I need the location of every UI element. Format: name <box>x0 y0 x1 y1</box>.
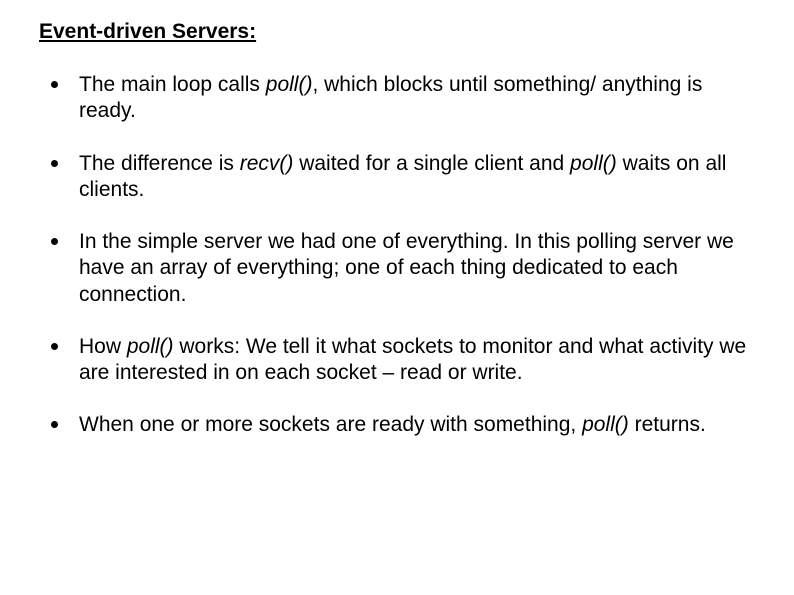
text-segment: The main loop calls <box>79 73 266 96</box>
slide-heading: Event-driven Servers: <box>39 20 759 44</box>
text-segment: works: We tell it what sockets to monito… <box>79 335 746 384</box>
bullet-item: The difference is recv() waited for a si… <box>47 151 759 204</box>
text-segment: returns. <box>629 413 706 436</box>
text-segment: When one or more sockets are ready with … <box>79 413 582 436</box>
bullet-item: The main loop calls poll(), which blocks… <box>47 72 759 125</box>
text-segment: poll() <box>127 335 174 358</box>
bullet-item: How poll() works: We tell it what socket… <box>47 334 759 387</box>
text-segment: The difference is <box>79 152 240 175</box>
text-segment: recv() <box>240 152 294 175</box>
text-segment: poll() <box>570 152 617 175</box>
bullet-item: In the simple server we had one of every… <box>47 229 759 308</box>
bullet-list: The main loop calls poll(), which blocks… <box>35 72 759 439</box>
text-segment: In the simple server we had one of every… <box>79 230 734 306</box>
text-segment: poll() <box>582 413 629 436</box>
bullet-item: When one or more sockets are ready with … <box>47 412 759 438</box>
text-segment: How <box>79 335 127 358</box>
text-segment: poll() <box>266 73 313 96</box>
text-segment: waited for a single client and <box>293 152 570 175</box>
